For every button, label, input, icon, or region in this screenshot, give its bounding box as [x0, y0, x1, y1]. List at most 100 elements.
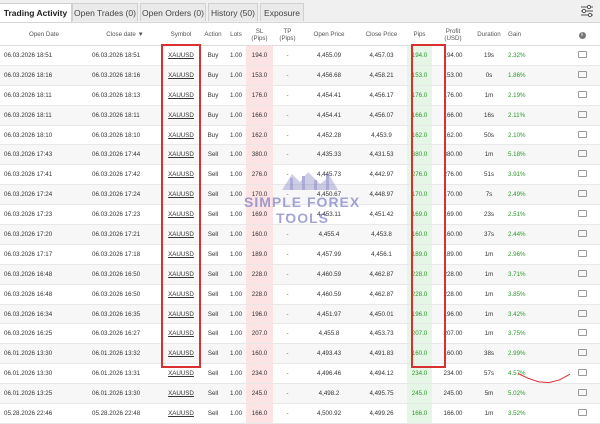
- watermark-line2: TOOLS: [276, 210, 329, 226]
- table-row[interactable]: 06.03.2026 18:51 06.03.2026 18:51 XAUUSD Bu…: [0, 45, 600, 66]
- tab-trading-activity[interactable]: Trading Activity: [0, 3, 72, 22]
- cell-open-price: 4,435.33: [302, 144, 356, 166]
- chat-bubble-icon[interactable]: [577, 210, 587, 218]
- table-row[interactable]: 06.03.2026 18:10 06.03.2026 18:10 XAUUSD Bu…: [0, 125, 600, 146]
- col-open-date[interactable]: Open Date: [0, 24, 88, 46]
- cell-symbol[interactable]: XAUUSD: [162, 383, 200, 405]
- chat-bubble-icon[interactable]: [577, 190, 587, 198]
- cell-tp: -: [273, 125, 302, 146]
- tab-history[interactable]: History (50): [208, 3, 258, 21]
- table-row[interactable]: 06.03.2026 16:34 06.03.2026 16:35 XAUUSD Se…: [0, 304, 600, 325]
- cell-duration: 1m: [474, 244, 504, 265]
- cell-open-date: 06.03.2026 17:41: [0, 164, 88, 186]
- tab-open-orders[interactable]: Open Orders (0): [140, 3, 206, 21]
- chat-bubble-icon[interactable]: [577, 289, 587, 297]
- chat-bubble-icon[interactable]: [577, 50, 587, 58]
- chat-bubble-icon[interactable]: [577, 229, 587, 237]
- chat-bubble-icon[interactable]: [577, 369, 587, 377]
- cell-sl: 160.0: [246, 343, 273, 365]
- cell-open-date: 06.03.2026 18:11: [0, 105, 88, 126]
- cell-close-date: 06.03.2026 18:11: [88, 105, 162, 126]
- cell-comment: [564, 105, 600, 126]
- table-row[interactable]: 06.03.2026 16:48 06.03.2026 16:50 XAUUSD Se…: [0, 264, 600, 285]
- col-duration[interactable]: Duration: [474, 24, 504, 46]
- cell-close-date: 05.28.2026 22:48: [88, 403, 162, 424]
- col-action[interactable]: Action: [200, 24, 226, 46]
- col-lots[interactable]: Lots: [226, 24, 246, 46]
- cell-close-price: 4,457.03: [356, 45, 407, 66]
- cell-gain: 2.44%: [504, 224, 564, 245]
- chat-bubble-icon[interactable]: [577, 130, 587, 138]
- cell-close-price: 4,456.17: [356, 85, 407, 106]
- col-close-price[interactable]: Close Price: [356, 24, 407, 46]
- cell-gain: 5.02%: [504, 383, 564, 405]
- chat-bubble-icon[interactable]: [577, 170, 587, 178]
- chat-bubble-icon[interactable]: [577, 90, 587, 98]
- cell-duration: 0s: [474, 65, 504, 86]
- gain-sparkline: [517, 373, 571, 384]
- table-row[interactable]: 06.03.2026 17:17 06.03.2026 17:18 XAUUSD Se…: [0, 244, 600, 265]
- cell-open-price: 4,500.92: [302, 403, 356, 424]
- cell-comment: [564, 164, 600, 186]
- cell-close-date: 06.03.2026 18:10: [88, 125, 162, 146]
- tab-open-trades[interactable]: Open Trades (0): [72, 3, 138, 21]
- table-row[interactable]: 06.01.2026 13:30 06.01.2026 13:32 XAUUSD Se…: [0, 343, 600, 365]
- table-row[interactable]: 05.28.2026 22:46 05.28.2026 22:48 XAUUSD Se…: [0, 403, 600, 424]
- cell-open-date: 06.03.2026 17:23: [0, 204, 88, 226]
- cell-pips: 245.0: [407, 383, 432, 405]
- tab-exposure[interactable]: Exposure: [260, 3, 304, 21]
- info-icon[interactable]: i: [578, 31, 586, 39]
- cell-comment: [564, 224, 600, 245]
- col-close-date[interactable]: Close date ▼: [88, 24, 162, 46]
- table-row[interactable]: 06.03.2026 16:25 06.03.2026 16:27 XAUUSD Se…: [0, 323, 600, 345]
- col-profit[interactable]: Profit (USD): [432, 24, 474, 46]
- chat-bubble-icon[interactable]: [577, 249, 587, 257]
- table-row[interactable]: 06.01.2026 13:30 06.01.2026 13:31 XAUUSD Se…: [0, 363, 600, 385]
- cell-symbol[interactable]: XAUUSD: [162, 403, 200, 424]
- chat-bubble-icon[interactable]: [577, 269, 587, 277]
- cell-open-price: 4,454.41: [302, 85, 356, 106]
- watermark-line1: SIMPLE FOREX: [244, 194, 361, 210]
- chat-bubble-icon[interactable]: [577, 150, 587, 158]
- cell-action: Sell: [200, 343, 226, 365]
- cell-duration: 1m: [474, 85, 504, 106]
- cell-action: Sell: [200, 184, 226, 206]
- cell-comment: [564, 184, 600, 206]
- sliders-icon[interactable]: [580, 4, 594, 18]
- cell-close-price: 4,462.87: [356, 264, 407, 285]
- table-row[interactable]: 06.01.2026 13:25 06.01.2026 13:30 XAUUSD Se…: [0, 383, 600, 405]
- cell-lots: 1.00: [226, 144, 246, 166]
- chat-bubble-icon[interactable]: [577, 70, 587, 78]
- chat-bubble-icon[interactable]: [577, 389, 587, 397]
- cell-close-price: 4,494.12: [356, 363, 407, 385]
- col-open-price[interactable]: Open Price: [302, 24, 356, 46]
- chat-bubble-icon[interactable]: [577, 110, 587, 118]
- col-tp[interactable]: TP (Pips): [273, 24, 302, 46]
- cell-sl: 207.0: [246, 323, 273, 345]
- col-symbol[interactable]: Symbol: [162, 24, 200, 46]
- table-row[interactable]: 06.03.2026 16:48 06.03.2026 16:50 XAUUSD Se…: [0, 284, 600, 305]
- chat-bubble-icon[interactable]: [577, 329, 587, 337]
- cell-duration: 38s: [474, 343, 504, 365]
- table-row[interactable]: 06.03.2026 17:43 06.03.2026 17:44 XAUUSD Se…: [0, 144, 600, 166]
- col-pips[interactable]: Pips: [407, 24, 432, 46]
- cell-lots: 1.00: [226, 125, 246, 146]
- cell-close-date: 06.03.2026 17:23: [88, 204, 162, 226]
- cell-close-date: 06.03.2026 16:27: [88, 323, 162, 345]
- cell-gain: 2.51%: [504, 204, 564, 226]
- cell-close-date: 06.03.2026 16:50: [88, 264, 162, 285]
- chat-bubble-icon[interactable]: [577, 349, 587, 357]
- chat-bubble-icon[interactable]: [577, 408, 587, 416]
- table-row[interactable]: 06.03.2026 18:16 06.03.2026 18:16 XAUUSD Bu…: [0, 65, 600, 86]
- cell-open-date: 06.03.2026 17:24: [0, 184, 88, 206]
- chat-bubble-icon[interactable]: [577, 309, 587, 317]
- table-row[interactable]: 06.03.2026 18:11 06.03.2026 18:13 XAUUSD Bu…: [0, 85, 600, 106]
- col-gain[interactable]: Gain: [504, 24, 564, 46]
- cell-sl: 245.0: [246, 383, 273, 405]
- cell-action: Sell: [200, 323, 226, 345]
- table-row[interactable]: 06.03.2026 18:11 06.03.2026 18:11 XAUUSD Bu…: [0, 105, 600, 126]
- cell-lots: 1.00: [226, 323, 246, 345]
- table-header: Open Date Close date ▼ Symbol Action Lot…: [0, 24, 600, 46]
- col-sl[interactable]: SL (Pips): [246, 24, 273, 46]
- cell-close-date: 06.03.2026 16:35: [88, 304, 162, 325]
